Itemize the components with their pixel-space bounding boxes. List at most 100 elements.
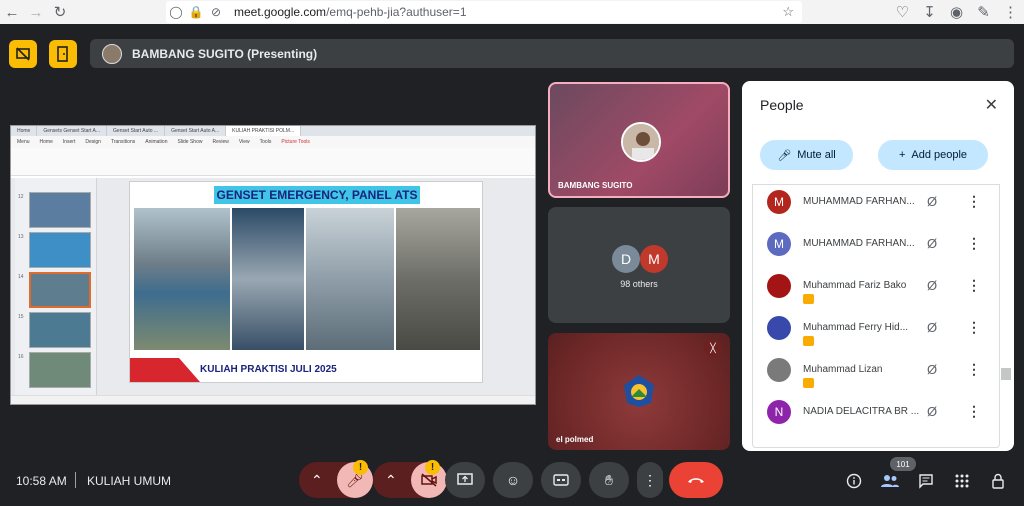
presenting-banner: BAMBANG SUGITO (Presenting)	[90, 39, 1014, 68]
more-options-icon[interactable]: ⋮	[967, 403, 981, 420]
mic-off-icon: Ø	[927, 404, 938, 419]
more-options-icon[interactable]: ⋮	[967, 361, 981, 378]
more-options-icon[interactable]: ⋮	[967, 235, 981, 252]
slide-thumbnail	[29, 232, 91, 268]
reload-icon[interactable]: ↻	[48, 0, 72, 24]
menu-icon[interactable]: ⋮	[997, 0, 1024, 24]
leave-door-icon[interactable]	[49, 40, 77, 68]
participant-name: NADIA DELACITRA BR ...	[803, 406, 919, 417]
presenting-badge-icon	[803, 378, 814, 388]
mic-off-icon: Ø	[927, 194, 938, 209]
lock-icon: 🔒	[188, 5, 204, 19]
participant-row[interactable]: Muhammad Lizan Ø ⋮	[753, 353, 999, 395]
present-screen-button[interactable]	[445, 462, 485, 498]
stop-presenting-icon[interactable]	[9, 40, 37, 68]
host-controls-icon[interactable]	[987, 470, 1009, 492]
mic-off-icon: Ø	[927, 320, 938, 335]
people-list-scrollbar[interactable]	[1001, 368, 1011, 380]
participant-list: M MUHAMMAD FARHAN... Ø ⋮ M MUHAMMAD FARH…	[752, 184, 1000, 448]
app-statusbar	[11, 395, 535, 404]
presenter-name: BAMBANG SUGITO (Presenting)	[132, 46, 318, 61]
slide-title: GENSET EMERGENCY, PANEL ATS	[214, 186, 420, 204]
extensions-icon[interactable]: ✎	[970, 0, 997, 24]
captions-icon	[553, 474, 569, 486]
meeting-name: KULIAH UMUM	[87, 474, 172, 488]
leave-call-button[interactable]	[669, 462, 723, 498]
chevron-up-icon[interactable]: ⌃	[311, 472, 323, 489]
app-tab-active: KULIAH PRAKTISI POLM...	[226, 126, 302, 136]
download-icon[interactable]: ↧	[916, 0, 943, 24]
participant-name: Muhammad Lizan	[803, 364, 883, 375]
meeting-info-icon[interactable]	[843, 470, 865, 492]
app-tab: Genset Start Auto ...	[107, 126, 166, 136]
slide-thumbnail	[29, 272, 91, 308]
address-bar[interactable]: ◯ 🔒 ⊘ meet.google.com/emq-pehb-jia?authu…	[166, 1, 802, 23]
participant-name: MUHAMMAD FARHAN...	[803, 238, 915, 249]
mic-off-icon: 🎤︎	[777, 149, 792, 162]
more-options-icon[interactable]: ⋮	[967, 319, 981, 336]
avatar: D	[612, 245, 640, 273]
clock-time: 10:58 AM	[16, 474, 67, 488]
add-people-button[interactable]: + Add people	[878, 140, 988, 170]
app-menu: Menu Home Insert Design Transitions Animation…	[11, 136, 535, 148]
more-options-icon[interactable]: ⋮	[967, 277, 981, 294]
end-call-icon	[688, 478, 704, 483]
hand-icon: ✋︎	[605, 471, 613, 488]
slide-footer: KULIAH PRAKTISI JULI 2025	[130, 358, 482, 382]
chat-icon[interactable]	[915, 470, 937, 492]
chevron-up-icon[interactable]: ⌃	[385, 472, 397, 489]
back-icon[interactable]: ←	[0, 0, 24, 24]
photo-genset-shelter	[134, 208, 230, 350]
mic-off-icon: Ø	[927, 236, 938, 251]
participant-name: Muhammad Fariz Bako	[803, 280, 907, 291]
reactions-button[interactable]: ☺	[493, 462, 533, 498]
photo-genset-engine	[232, 208, 304, 350]
more-vert-icon: ⋮	[643, 471, 657, 488]
account-icon[interactable]: ◉	[943, 0, 970, 24]
mic-off-icon: ╳	[704, 339, 722, 357]
captions-button[interactable]	[541, 462, 581, 498]
avatar: M	[767, 190, 791, 214]
others-count: 98 others	[620, 279, 658, 289]
participant-row[interactable]: M MUHAMMAD FARHAN... Ø ⋮	[753, 185, 999, 227]
camera-blocked-icon: ⊘	[210, 5, 222, 19]
participant-name: MUHAMMAD FARHAN...	[803, 196, 915, 207]
avatar	[767, 358, 791, 382]
url-path: /emq-pehb-jia?authuser=1	[326, 5, 467, 19]
participant-name: el polmed	[556, 435, 594, 444]
slide-workspace: 12 13 14 15 16 GENSET EMERGENCY, PANEL A…	[11, 178, 535, 395]
app-tab: Home	[11, 126, 38, 136]
participant-tile-elpolmed[interactable]: ╳ el polmed	[548, 333, 730, 450]
more-options-icon[interactable]: ⋮	[967, 193, 981, 210]
url-text: meet.google.com/emq-pehb-jia?authuser=1	[234, 5, 467, 19]
raise-hand-button[interactable]: ✋︎	[589, 462, 629, 498]
shared-screen: Home Gensets Genset Start A... Genset St…	[10, 125, 536, 405]
mute-all-button[interactable]: 🎤︎ Mute all	[760, 140, 853, 170]
participant-row[interactable]: N NADIA DELACITRA BR ... Ø ⋮	[753, 395, 999, 437]
avatar: M	[640, 245, 668, 273]
app-tab: Genset Start Auto A...	[165, 126, 227, 136]
presenting-badge-icon	[803, 336, 814, 346]
pocket-icon[interactable]: ♡	[889, 0, 916, 24]
participant-row[interactable]: M MUHAMMAD FARHAN... Ø ⋮	[753, 227, 999, 269]
app-ribbon	[11, 148, 535, 176]
close-icon[interactable]: ✕	[985, 95, 998, 115]
participant-tile-presenter[interactable]: BAMBANG SUGITO	[548, 82, 730, 198]
participant-row[interactable]: Muhammad Ferry Hid... Ø ⋮	[753, 311, 999, 353]
participant-row[interactable]: Muhammad Fariz Bako Ø ⋮	[753, 269, 999, 311]
institution-logo-icon	[624, 375, 654, 407]
activities-grid-icon[interactable]	[951, 470, 973, 492]
divider	[75, 472, 76, 488]
participant-tile-others[interactable]: D M 98 others	[548, 207, 730, 323]
forward-icon[interactable]: →	[24, 0, 48, 24]
slide-thumbnails: 12 13 14 15 16	[15, 178, 97, 395]
panel-title: People	[760, 97, 804, 113]
bookmark-star-icon[interactable]: ☆	[782, 4, 794, 20]
people-icon[interactable]	[879, 470, 901, 492]
avatar	[621, 122, 661, 162]
presenting-badge-icon	[803, 294, 814, 304]
more-options-button[interactable]: ⋮	[637, 462, 663, 498]
warning-icon: !	[425, 460, 440, 475]
photo-ats-panel	[306, 208, 394, 350]
present-icon	[457, 473, 473, 485]
